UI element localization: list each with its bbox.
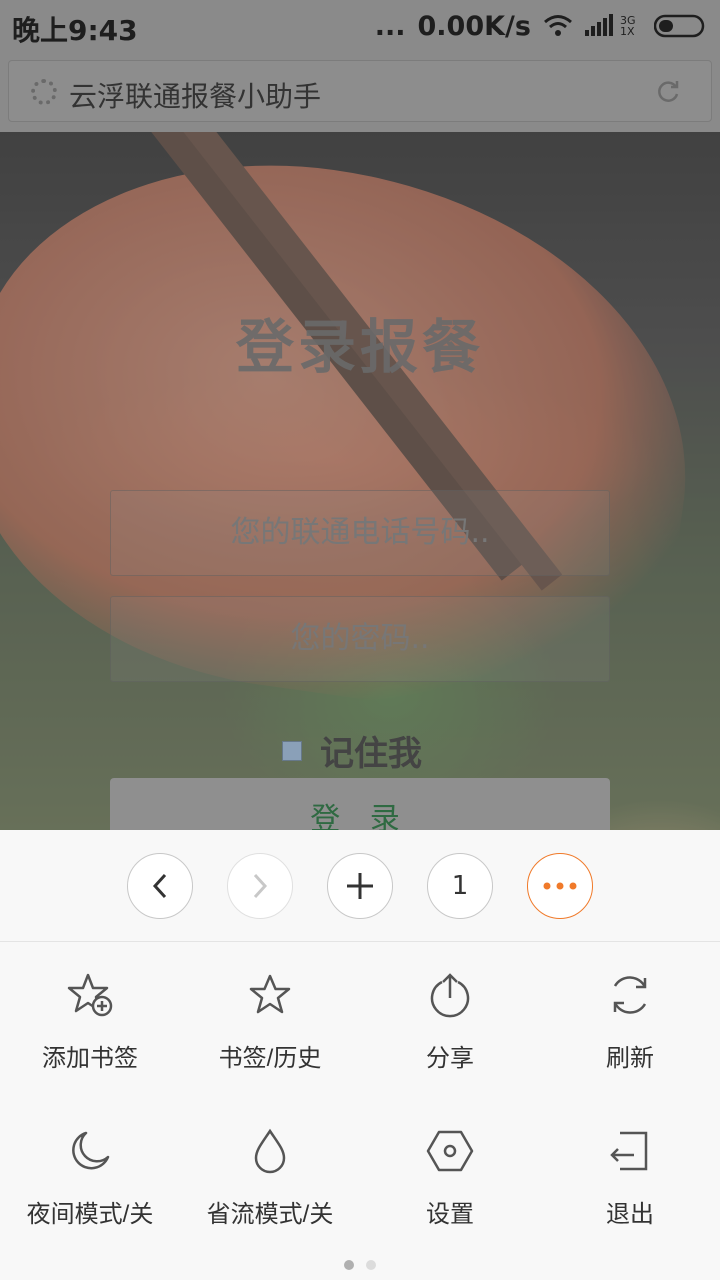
login-title: 登录报餐: [235, 313, 484, 381]
remember-me[interactable]: 记住我: [282, 726, 422, 775]
page-dot-active: [344, 1260, 354, 1270]
exit-icon: [610, 1131, 648, 1171]
address-bar: 云浮联通报餐小助手: [0, 52, 720, 132]
forward-button[interactable]: [227, 853, 293, 919]
refresh-icon: [613, 976, 647, 1014]
bookmarks-history-item[interactable]: 书签/历史: [180, 970, 360, 1073]
night-mode-item[interactable]: 夜间模式/关: [0, 1126, 180, 1229]
plus-icon: [347, 873, 373, 899]
network-type: 3G 1X: [620, 14, 636, 38]
status-indicators: ... 0.00K/s 3G 1X: [375, 10, 708, 42]
tabs-button[interactable]: 1: [427, 853, 493, 919]
more-dots-icon: [543, 882, 577, 890]
status-bar: 晚上9:43 ... 0.00K/s 3G 1X: [0, 0, 720, 52]
page-title: 云浮联通报餐小助手: [69, 80, 322, 113]
moon-icon: [72, 1131, 110, 1170]
share-icon: [430, 973, 470, 1018]
url-box[interactable]: 云浮联通报餐小助手: [8, 60, 712, 122]
loading-icon: [31, 79, 57, 105]
add-bookmark-label: 添加书签: [42, 1045, 138, 1072]
refresh-label: 刷新: [606, 1045, 654, 1072]
bookmarks-history-label: 书签/历史: [218, 1045, 322, 1072]
night-mode-label: 夜间模式/关: [26, 1201, 154, 1228]
drop-icon: [254, 1128, 286, 1174]
share-label: 分享: [426, 1045, 474, 1072]
add-bookmark-item[interactable]: 添加书签: [0, 970, 180, 1073]
status-time: 晚上9:43: [12, 14, 138, 47]
signal-icon: [585, 14, 613, 36]
signal-group: 3G 1X: [585, 14, 642, 38]
data-saver-label: 省流模式/关: [206, 1201, 334, 1228]
remember-label: 记住我: [320, 734, 422, 774]
reload-icon[interactable]: [655, 79, 681, 105]
star-plus-icon: [67, 973, 113, 1017]
refresh-item[interactable]: 刷新: [540, 970, 720, 1073]
network-speed: 0.00K/s: [417, 10, 531, 42]
back-button[interactable]: [127, 853, 193, 919]
exit-item[interactable]: 退出: [540, 1126, 720, 1229]
chevron-left-icon: [152, 873, 167, 899]
menu-page-indicator: [0, 1260, 720, 1270]
settings-label: 设置: [426, 1201, 474, 1228]
battery-icon: [654, 14, 705, 38]
phone-input[interactable]: 您的联通电话号码..: [110, 490, 610, 576]
hexagon-settings-icon: [426, 1130, 474, 1172]
data-saver-item[interactable]: 省流模式/关: [180, 1126, 360, 1229]
star-icon: [249, 974, 291, 1014]
status-dots: ...: [374, 10, 406, 42]
new-tab-button[interactable]: [327, 853, 393, 919]
tab-count: 1: [451, 871, 469, 901]
share-item[interactable]: 分享: [360, 970, 540, 1073]
password-input[interactable]: 您的密码..: [110, 596, 610, 682]
page-dot: [366, 1260, 376, 1270]
more-button[interactable]: [527, 853, 593, 919]
settings-item[interactable]: 设置: [360, 1126, 540, 1229]
browser-menu-sheet: 1 添加书签 书签/历史 分享 刷新 夜间模式/关 省流模式/关 设置 退出: [0, 830, 720, 1280]
remember-checkbox[interactable]: [282, 740, 302, 761]
wifi-icon: [544, 15, 572, 36]
browser-nav-row: 1: [0, 830, 720, 942]
exit-label: 退出: [606, 1201, 654, 1228]
chevron-right-icon: [253, 873, 268, 899]
